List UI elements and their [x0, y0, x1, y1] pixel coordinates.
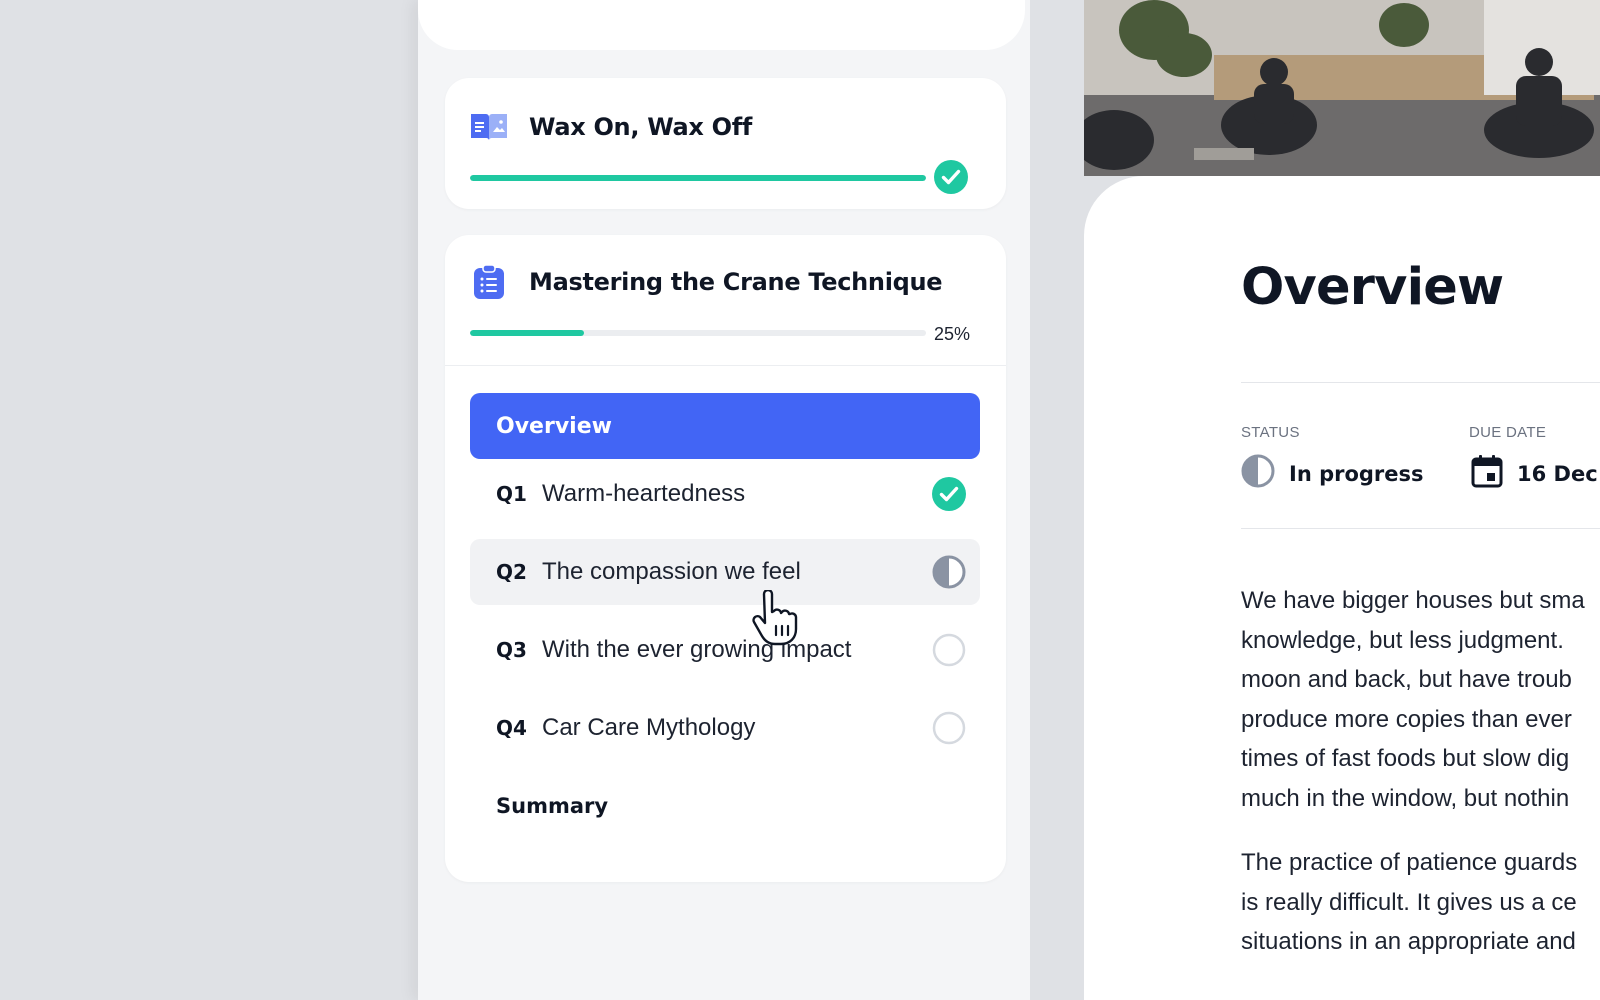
backdrop	[0, 0, 418, 1000]
progress-bar-fill	[470, 175, 926, 181]
question-title: Car Care Mythology	[542, 714, 756, 741]
due-date-value: 16 Dec 2	[1471, 454, 1600, 493]
half-circle-icon	[932, 555, 966, 589]
body-paragraph: The practice of patience guards is reall…	[1241, 843, 1600, 962]
paragraph-line: We have bigger houses but sma	[1241, 587, 1585, 614]
nav-item-label: Summary	[496, 794, 609, 818]
cover-photo	[1084, 0, 1600, 176]
question-title: Warm-heartedness	[542, 480, 746, 507]
check-circle-icon	[932, 477, 966, 511]
lesson-card-wax[interactable]: Wax On, Wax Off	[445, 78, 1006, 209]
nav-item-q1[interactable]: Q1 Warm-heartedness	[470, 461, 980, 527]
question-number: Q3	[496, 638, 527, 662]
due-date-text: 16 Dec 2	[1517, 461, 1600, 486]
divider	[1241, 528, 1600, 529]
progress-bar-fill	[470, 330, 584, 336]
nav-item-overview[interactable]: Overview	[470, 393, 980, 459]
gutter	[1030, 0, 1084, 1000]
paragraph-line: moon and back, but have troub	[1241, 666, 1572, 693]
empty-circle-icon	[932, 633, 966, 667]
status-text: In progress	[1289, 461, 1424, 486]
question-number: Q1	[496, 482, 527, 506]
book-image-icon	[470, 108, 508, 146]
divider	[445, 365, 1006, 366]
paragraph-line: times of fast foods but slow dig	[1241, 745, 1570, 772]
question-number: Q2	[496, 560, 527, 584]
question-number: Q4	[496, 716, 527, 740]
clipboard-list-icon	[470, 263, 508, 301]
paragraph-line: situations in an appropriate and	[1241, 928, 1576, 955]
body-paragraph: We have bigger houses but sma knowledge,…	[1241, 581, 1600, 818]
paragraph-line: much in the window, but nothin	[1241, 784, 1570, 812]
previous-card	[418, 0, 1025, 50]
progress-bar	[470, 175, 926, 181]
progress-bar	[470, 330, 926, 336]
lesson-title: Mastering the Crane Technique	[529, 268, 943, 296]
calendar-icon	[1471, 454, 1503, 493]
progress-percent: 25%	[934, 324, 971, 344]
divider	[1241, 382, 1600, 383]
paragraph-line: The practice of patience guards	[1241, 849, 1578, 876]
nav-item-summary[interactable]: Summary	[470, 773, 980, 839]
hand-pointer-cursor-icon	[752, 588, 798, 646]
paragraph-line: knowledge, but less judgment.	[1241, 626, 1564, 654]
page-title: Overview	[1241, 258, 1504, 317]
status-label: STATUS	[1241, 424, 1300, 441]
status-value: In progress	[1241, 454, 1424, 493]
paragraph-line: produce more copies than ever	[1241, 705, 1572, 733]
nav-item-q2[interactable]: Q2 The compassion we feel	[470, 539, 980, 605]
check-circle-icon	[934, 160, 968, 194]
paragraph-line: is really difficult. It gives us a ce	[1241, 888, 1577, 916]
half-circle-icon	[1241, 454, 1275, 493]
nav-item-label: Overview	[496, 413, 612, 439]
lesson-title: Wax On, Wax Off	[529, 113, 753, 141]
due-date-label: DUE DATE	[1469, 424, 1547, 441]
lesson-card-crane: Mastering the Crane Technique 25% Overvi…	[445, 235, 1006, 882]
nav-item-q4[interactable]: Q4 Car Care Mythology	[470, 695, 980, 761]
nav-item-q3[interactable]: Q3 With the ever growing impact	[470, 617, 980, 683]
question-title: The compassion we feel	[542, 558, 801, 585]
empty-circle-icon	[932, 711, 966, 745]
question-title: With the ever growing impact	[542, 636, 852, 663]
course-sidebar: Wax On, Wax Off Mastering the Crane Tech…	[418, 0, 1030, 1000]
